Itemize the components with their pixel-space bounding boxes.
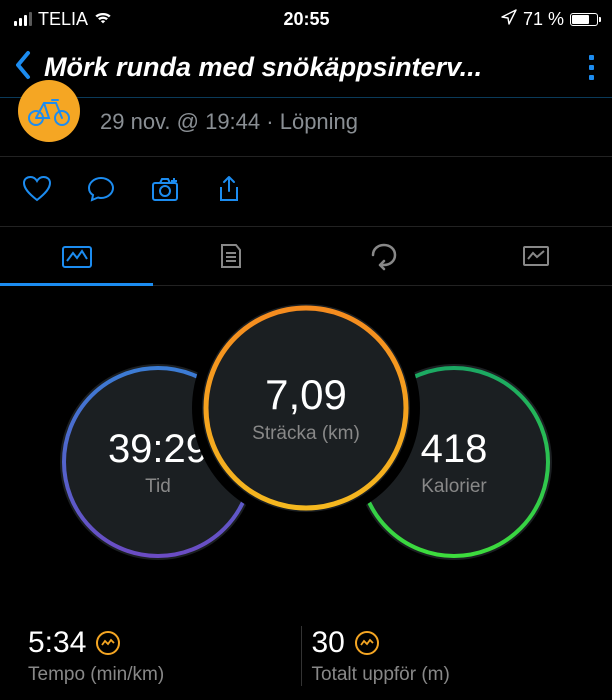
status-right: 71 %: [501, 9, 598, 30]
more-button[interactable]: [585, 51, 598, 84]
ascent-value: 30: [312, 626, 345, 660]
tab-laps[interactable]: [306, 227, 459, 285]
tab-overview[interactable]: [0, 227, 153, 285]
circle-distance: 7,09 Sträcka (km): [202, 304, 410, 512]
action-row: [0, 157, 612, 226]
pace-label: Tempo (min/km): [28, 664, 301, 686]
activity-type: Löpning: [280, 109, 358, 134]
stat-ascent: 30 Totalt uppför (m): [312, 626, 585, 686]
activity-datetime: 29 nov. @ 19:44: [100, 109, 260, 134]
back-button[interactable]: [14, 50, 32, 85]
activity-meta-text: 29 nov. @ 19:44 · Löpning: [100, 109, 358, 135]
battery-icon: [570, 13, 598, 26]
battery-fill: [572, 15, 589, 24]
status-time: 20:55: [283, 9, 329, 30]
signal-icon: [14, 12, 32, 26]
status-bar: TELIA 20:55 71 %: [0, 0, 612, 32]
bottom-stats: 5:34 Tempo (min/km) 30 Totalt uppför (m): [0, 602, 612, 686]
tab-details[interactable]: [153, 227, 306, 285]
header: Mörk runda med snökäppsinterv...: [0, 32, 612, 97]
metric-icon: [96, 631, 120, 655]
wifi-icon: [94, 9, 112, 30]
summary-circles: 39:29 Tid 418 Kalorier 7,09 Sträcka (km): [0, 304, 612, 602]
comment-button[interactable]: [86, 175, 116, 208]
metric-icon: [355, 631, 379, 655]
location-icon: [501, 9, 517, 30]
activity-meta-row: 29 nov. @ 19:44 · Löpning: [0, 98, 612, 156]
like-button[interactable]: [22, 175, 52, 208]
carrier-label: TELIA: [38, 9, 88, 30]
ascent-label: Totalt uppför (m): [312, 664, 585, 686]
pace-value: 5:34: [28, 626, 86, 660]
page-title: Mörk runda med snökäppsinterv...: [44, 52, 573, 83]
camera-button[interactable]: [150, 175, 180, 208]
battery-percent: 71 %: [523, 9, 564, 30]
stat-pace: 5:34 Tempo (min/km): [28, 626, 302, 686]
tab-bar: [0, 227, 612, 286]
share-button[interactable]: [214, 175, 244, 208]
avatar[interactable]: [18, 80, 80, 142]
status-left: TELIA: [14, 9, 112, 30]
tab-charts[interactable]: [459, 227, 612, 285]
